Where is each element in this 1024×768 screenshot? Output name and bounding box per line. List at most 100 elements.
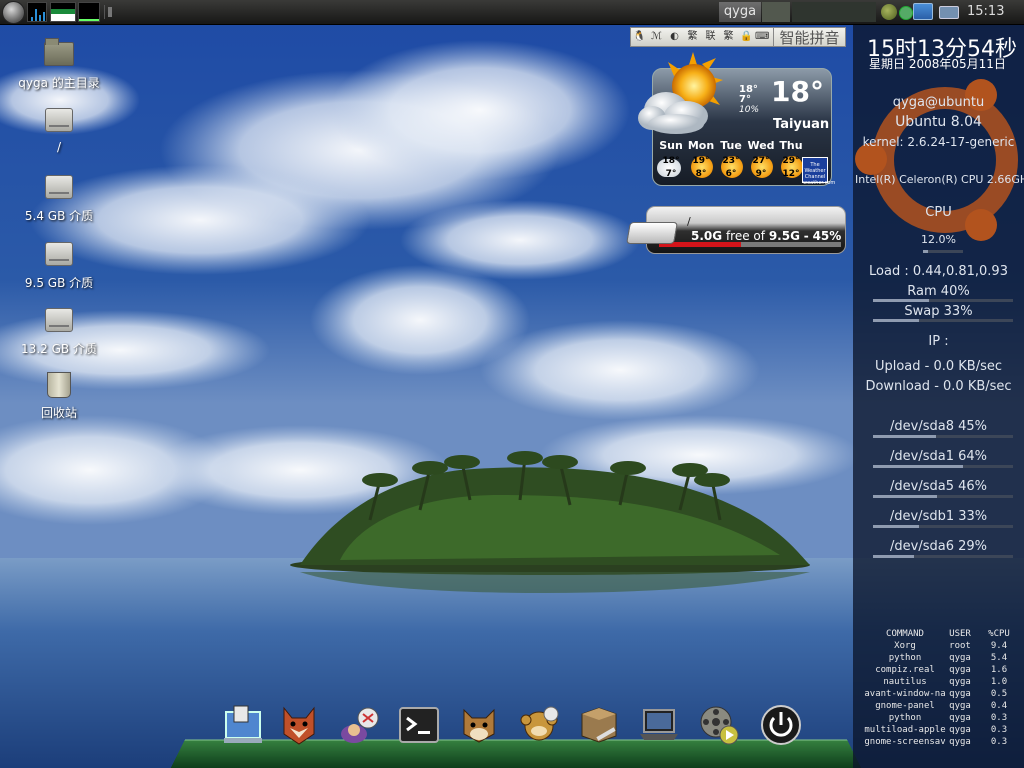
panel-clock[interactable]: 15:13: [961, 0, 1010, 24]
ram-usage: Ram 40%: [907, 284, 970, 299]
process-command: python: [888, 653, 922, 663]
messenger-icon: [341, 707, 379, 743]
ime-lock-icon[interactable]: 🔒: [740, 30, 753, 44]
memory-load-graph[interactable]: [78, 2, 100, 22]
process-table-header: COMMAND USER %CPU: [857, 628, 1022, 640]
desktop-icon-label: /: [56, 140, 62, 154]
drag-handle[interactable]: [108, 7, 112, 17]
process-command: avant-window-na: [864, 689, 946, 699]
desktop-icon-home[interactable]: qyga 的主目录: [14, 38, 104, 91]
process-row: avant-window-na qyga 0.5: [857, 688, 1022, 700]
ime-mode-icon[interactable]: ℳ: [650, 30, 663, 44]
kernel-version: kernel: 2.6.24-17-generic: [862, 135, 1015, 149]
dock-item-terminal[interactable]: [394, 700, 444, 752]
process-user: qyga: [949, 677, 971, 687]
trash-icon: [44, 372, 74, 400]
dock-item-monkey[interactable]: [514, 700, 564, 752]
window-list[interactable]: [104, 5, 715, 19]
dock-item-media-player[interactable]: [694, 700, 744, 752]
cpu-bar-fill: [923, 250, 928, 253]
process-user: qyga: [949, 701, 971, 711]
header-cpu: %CPU: [988, 629, 1010, 639]
volume-icon[interactable]: [881, 4, 897, 20]
process-command: Xorg: [894, 641, 916, 651]
process-user: qyga: [949, 737, 971, 747]
desktop-icon-volume-13-2gb[interactable]: 13.2 GB 介质: [14, 306, 104, 357]
top-panel: qyga 15:13: [0, 0, 1024, 25]
process-user: qyga: [949, 689, 971, 699]
forecast-day: Wed 27° 9°: [746, 139, 776, 183]
disk-bar-fill: [873, 465, 963, 468]
swap-usage: Swap 33%: [904, 304, 973, 319]
dock-item-firefox[interactable]: [274, 700, 324, 752]
process-row: Xorg root 9.4: [857, 640, 1022, 652]
dock-item-messenger[interactable]: [334, 700, 384, 752]
desktop-icon-label: 9.5 GB 介质: [24, 276, 94, 290]
dock-item-laptop[interactable]: [634, 700, 684, 752]
desktop-icon-label: 13.2 GB 介质: [21, 342, 97, 356]
forecast-low: 9°: [755, 169, 767, 179]
process-cpu: 9.4: [990, 641, 1008, 651]
ime-logo-icon[interactable]: 🐧: [633, 30, 646, 44]
disk-free: 5.0G: [691, 229, 723, 243]
show-desktop-icon: [224, 705, 262, 743]
header-command: COMMAND: [886, 629, 924, 639]
terminal-icon: [399, 707, 439, 743]
process-row: gnome-screensav qyga 0.3: [857, 736, 1022, 748]
hard-drive-icon: [626, 222, 678, 244]
disk-free-of: free of: [725, 229, 765, 243]
process-user: qyga: [949, 665, 971, 675]
process-command: multiload-apple: [864, 725, 946, 735]
current-temperature: 18°: [771, 75, 824, 108]
disk-sda1: /dev/sda1 64%: [890, 449, 987, 464]
dock-item-package-manager[interactable]: [574, 700, 624, 752]
ram-bar: [873, 299, 1013, 302]
ubuntu-logo-icon: [855, 79, 1018, 241]
ime-keyboard-icon[interactable]: ⌨: [755, 30, 769, 44]
desktop-icon-label: 回收站: [40, 406, 77, 420]
desktop-icon-trash[interactable]: 回收站: [14, 372, 104, 421]
ime-association-icon[interactable]: 联: [704, 30, 717, 44]
process-row: gnome-panel qyga 0.4: [857, 700, 1022, 712]
network-load-graph[interactable]: [50, 2, 76, 22]
display-icon[interactable]: [939, 6, 959, 19]
system-monitor-panel: 15时13分54秒 星期日 2008年05月11日 qyga@ubuntu Ub…: [853, 25, 1024, 768]
ime-simplified-icon[interactable]: 繁: [722, 30, 735, 44]
forecast-low: 7°: [665, 169, 677, 179]
dock-item-gnome-cat[interactable]: [454, 700, 504, 752]
dock-item-show-desktop[interactable]: [218, 700, 268, 752]
forecast-day-name: Sun: [659, 139, 683, 152]
desktop-icon-volume-9-5gb[interactable]: 9.5 GB 介质: [14, 240, 104, 291]
disk-bar-fill: [873, 555, 914, 558]
disk-sdb1: /dev/sdb1 33%: [889, 509, 988, 524]
user-host: qyga@ubuntu: [892, 95, 985, 110]
tray-applet[interactable]: [762, 2, 790, 22]
process-command: gnome-panel: [875, 701, 935, 711]
package-box-icon: [581, 707, 617, 743]
process-row: compiz.real qyga 1.6: [857, 664, 1022, 676]
fox-mascot-icon: [283, 706, 315, 745]
load-average: Load : 0.44,0.81,0.93: [869, 264, 1008, 279]
disk-sda6: /dev/sda6 29%: [890, 539, 987, 554]
ime-punctuation-icon[interactable]: ◐: [668, 30, 681, 44]
main-menu-button[interactable]: [2, 1, 25, 24]
user-switcher[interactable]: qyga: [719, 2, 761, 22]
desktop-icon-volume-5-4gb[interactable]: 5.4 GB 介质: [14, 173, 104, 224]
partly-cloudy-icon: [638, 52, 723, 134]
cpu-load-graph[interactable]: [27, 2, 47, 22]
process-row: nautilus qyga 1.0: [857, 676, 1022, 688]
upload-speed: Upload - 0.0 KB/sec: [874, 359, 1003, 374]
dock-item-power[interactable]: [756, 700, 806, 752]
ime-name-button[interactable]: 智能拼音: [773, 27, 846, 47]
update-notifier-icon[interactable]: [913, 3, 933, 20]
disk-sda8: /dev/sda8 45%: [890, 419, 987, 434]
sunny-icon: 29° 12°: [777, 153, 805, 183]
desktop-icon-root[interactable]: /: [14, 106, 104, 154]
desktop-icon-label: qyga 的主目录: [18, 76, 100, 90]
tray-applet-area[interactable]: [792, 2, 876, 22]
forecast-high: 19°: [692, 156, 710, 166]
ime-traditional-icon[interactable]: 繁: [686, 30, 699, 44]
disk-bar-fill: [873, 435, 936, 438]
network-status-icon[interactable]: [899, 6, 913, 20]
disk-sda8-bar: [873, 435, 1013, 438]
